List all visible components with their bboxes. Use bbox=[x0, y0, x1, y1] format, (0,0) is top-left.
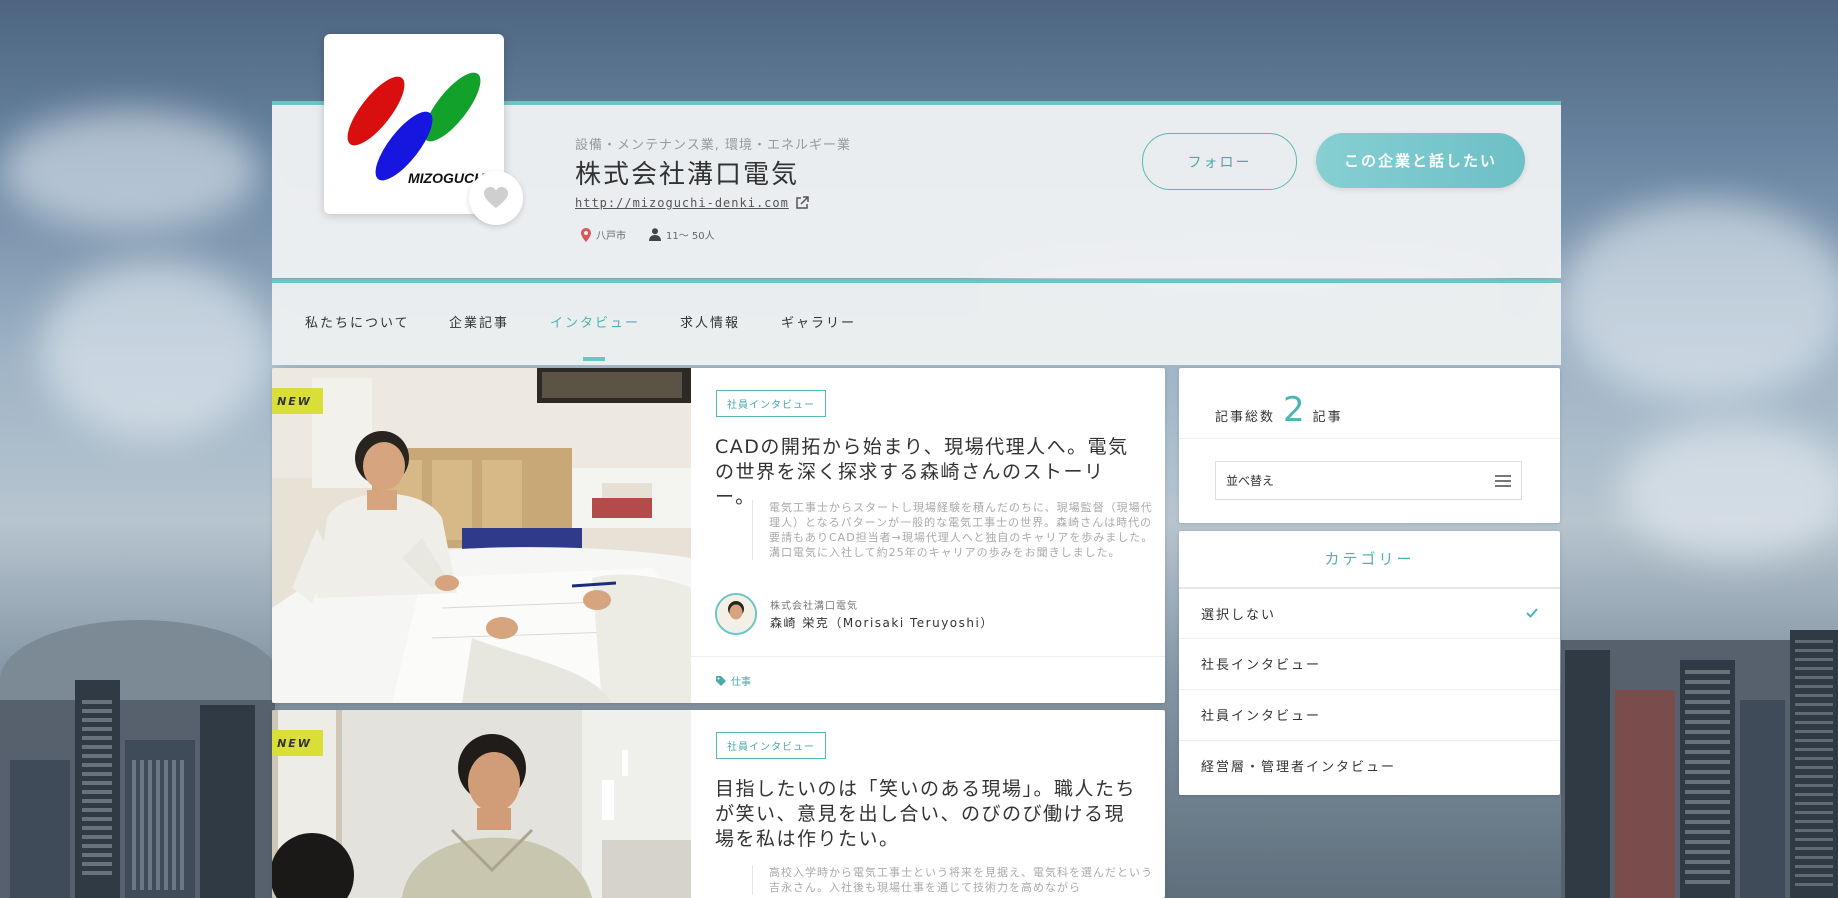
company-employees: 11～ 50人 bbox=[649, 227, 715, 242]
count-value: 2 bbox=[1283, 390, 1305, 430]
article-card[interactable]: NEW 社員インタビュー 目指したいのは「笑いのある現場」。職人たちが笑い、意見… bbox=[272, 710, 1165, 898]
count-label-pre: 記事総数 bbox=[1215, 410, 1276, 425]
author-company: 株式会社溝口電気 bbox=[770, 601, 858, 612]
author-name: 森崎 栄克（Morisaki Teruyoshi） bbox=[770, 616, 994, 630]
category-label: 社員インタビュー bbox=[1201, 709, 1322, 724]
article-category-tag[interactable]: 社員インタビュー bbox=[716, 732, 826, 759]
article-excerpt: 高校入学時から電気工事士という将来を見据え、電気科を選んだという吉永さん。入社後… bbox=[752, 865, 1159, 895]
sort-select[interactable]: 並べ替え bbox=[1215, 461, 1522, 500]
article-footer: 仕事 bbox=[691, 656, 1165, 703]
count-label-post: 記事 bbox=[1312, 410, 1343, 425]
category-item-management[interactable]: 経営層・管理者インタビュー bbox=[1179, 740, 1560, 790]
article-title[interactable]: CADの開拓から始まり、現場代理人へ。電気の世界を深く探求する森崎さんのストーリ… bbox=[715, 435, 1145, 510]
category-item-none[interactable]: 選択しない bbox=[1179, 587, 1560, 637]
heart-icon bbox=[484, 187, 508, 208]
article-card[interactable]: NEW 社員インタビュー CADの開拓から始まり、現場代理人へ。電気の世界を深く… bbox=[272, 368, 1165, 703]
employees-text: 11～ 50人 bbox=[666, 231, 715, 242]
company-url-link[interactable]: http://mizoguchi-denki.com bbox=[575, 196, 809, 210]
workshop-photo bbox=[272, 710, 691, 898]
tag-icon bbox=[716, 675, 726, 686]
company-url-text: http://mizoguchi-denki.com bbox=[575, 196, 789, 210]
article-photo bbox=[272, 710, 691, 898]
article-count: 記事総数 2 記事 bbox=[1215, 390, 1343, 430]
category-item-president[interactable]: 社長インタビュー bbox=[1179, 638, 1560, 688]
favorite-heart-button[interactable] bbox=[469, 171, 523, 225]
tab-jobs[interactable]: 求人情報 bbox=[680, 312, 740, 331]
new-badge: NEW bbox=[272, 388, 323, 414]
category-label: 経営層・管理者インタビュー bbox=[1201, 760, 1397, 775]
article-tag-link[interactable]: 仕事 bbox=[716, 673, 751, 688]
article-tag-text: 仕事 bbox=[731, 677, 751, 688]
author-avatar-image bbox=[717, 595, 755, 633]
category-label: 社長インタビュー bbox=[1201, 658, 1322, 673]
office-meeting-photo bbox=[272, 368, 691, 703]
tab-about[interactable]: 私たちについて bbox=[305, 312, 410, 331]
category-panel: カテゴリー 選択しない 社長インタビュー 社員インタビュー 経営層・管理者インタ… bbox=[1179, 531, 1560, 795]
tab-gallery[interactable]: ギャラリー bbox=[781, 312, 856, 331]
active-tab-indicator bbox=[583, 357, 605, 361]
person-icon bbox=[649, 228, 661, 241]
category-title: カテゴリー bbox=[1324, 550, 1415, 568]
article-title[interactable]: 目指したいのは「笑いのある現場」。職人たちが笑い、意見を出し合い、のびのび働ける… bbox=[715, 777, 1145, 852]
divider bbox=[1179, 438, 1560, 439]
author-avatar bbox=[715, 593, 757, 635]
location-text: 八戸市 bbox=[596, 231, 626, 242]
tab-company-articles[interactable]: 企業記事 bbox=[449, 312, 509, 331]
follow-button[interactable]: フォロー bbox=[1142, 133, 1297, 190]
talk-with-company-button[interactable]: この企業と話したい bbox=[1316, 133, 1525, 188]
external-link-icon bbox=[796, 196, 809, 209]
sort-label: 並べ替え bbox=[1226, 474, 1275, 488]
menu-lines-icon bbox=[1495, 474, 1511, 487]
tab-interview[interactable]: インタビュー bbox=[550, 312, 640, 331]
company-location: 八戸市 bbox=[581, 227, 626, 242]
new-badge: NEW bbox=[272, 730, 323, 756]
article-excerpt: 電気工事士からスタートし現場経験を積んだのちに、現場監督（現場代理人）となるパタ… bbox=[752, 500, 1159, 560]
article-photo bbox=[272, 368, 691, 703]
check-icon bbox=[1526, 608, 1538, 618]
category-label: 選択しない bbox=[1201, 607, 1277, 623]
company-name: 株式会社溝口電気 bbox=[575, 160, 800, 190]
category-item-employee[interactable]: 社員インタビュー bbox=[1179, 689, 1560, 739]
article-count-panel: 記事総数 2 記事 並べ替え bbox=[1179, 368, 1560, 523]
article-category-tag[interactable]: 社員インタビュー bbox=[716, 390, 826, 417]
location-pin-icon bbox=[581, 227, 591, 242]
company-industry: 設備・メンテナンス業, 環境・エネルギー業 bbox=[575, 138, 852, 153]
